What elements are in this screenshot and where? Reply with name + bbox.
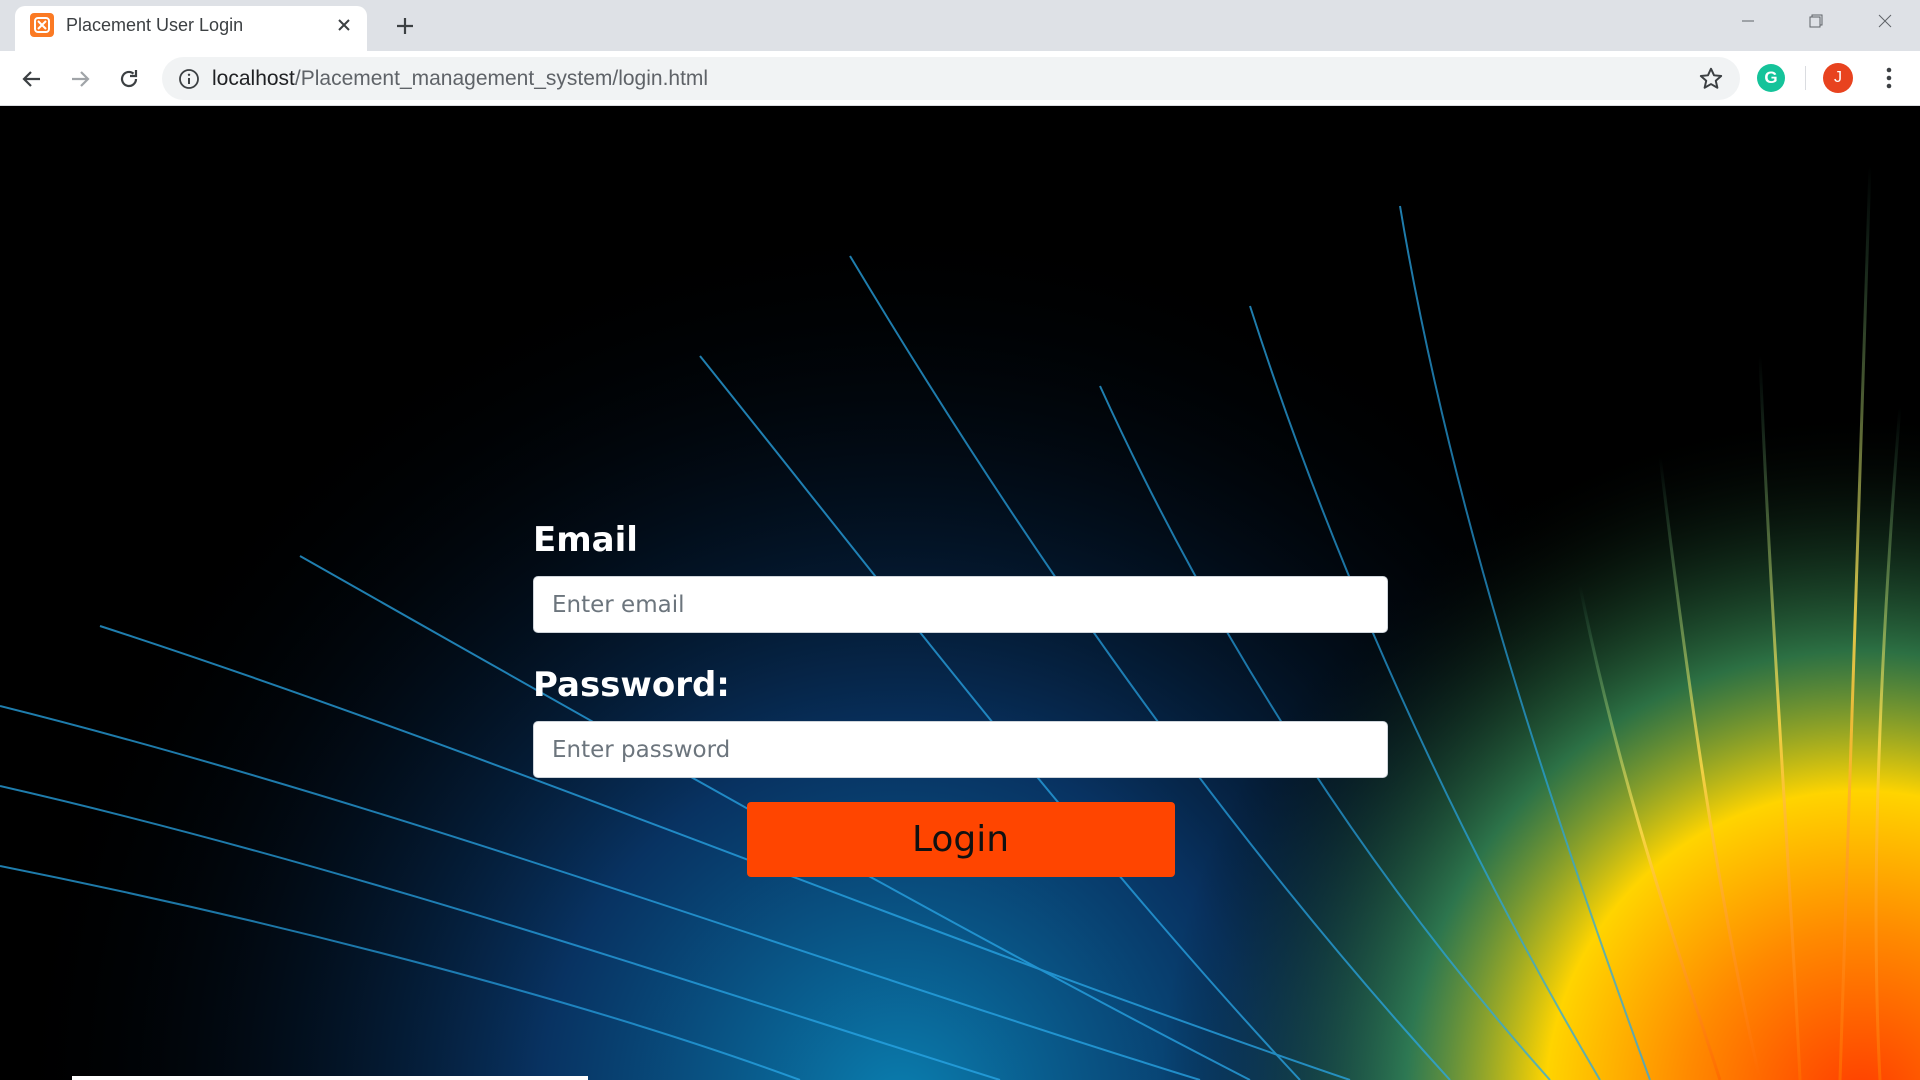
more-vert-icon <box>1886 67 1892 89</box>
extension-initial: G <box>1764 68 1778 87</box>
reload-button[interactable] <box>112 62 146 96</box>
info-icon[interactable] <box>178 68 200 90</box>
new-tab-button[interactable] <box>390 11 420 41</box>
scroll-indicator <box>72 1076 588 1080</box>
url-text: localhost/Placement_management_system/lo… <box>212 67 708 91</box>
arrow-left-icon <box>22 71 40 87</box>
address-bar[interactable]: localhost/Placement_management_system/lo… <box>162 57 1740 100</box>
back-button[interactable] <box>15 62 49 96</box>
minimize-icon <box>1742 20 1754 22</box>
forward-button[interactable] <box>63 62 97 96</box>
profile-avatar[interactable]: J <box>1823 63 1853 93</box>
close-window-button[interactable] <box>1870 8 1900 34</box>
url-host: localhost <box>212 67 295 90</box>
xampp-icon <box>30 13 54 37</box>
restore-icon <box>1809 14 1823 28</box>
password-input[interactable] <box>533 721 1388 778</box>
close-tab-icon[interactable] <box>333 14 355 36</box>
email-input[interactable] <box>533 576 1388 633</box>
toolbar-divider <box>1805 66 1806 90</box>
grammarly-extension-icon[interactable]: G <box>1757 64 1785 92</box>
tab-title: Placement User Login <box>66 15 244 35</box>
restore-window-button[interactable] <box>1801 8 1831 34</box>
plus-icon <box>397 18 413 34</box>
email-label: Email <box>533 520 638 560</box>
reload-icon <box>120 70 138 88</box>
page-viewport: Email Password: Login <box>0 106 1920 1080</box>
login-form: Email Password: Login <box>533 406 1388 877</box>
browser-menu-button[interactable] <box>1874 63 1904 93</box>
avatar-initial: J <box>1834 69 1842 86</box>
arrow-right-icon <box>72 71 90 87</box>
bookmark-star-icon[interactable] <box>1698 66 1724 92</box>
browser-tab[interactable]: Placement User Login <box>15 6 367 51</box>
browser-toolbar: localhost/Placement_management_system/lo… <box>0 51 1920 106</box>
password-label: Password: <box>533 665 730 705</box>
login-button[interactable]: Login <box>746 802 1175 877</box>
url-path: /Placement_management_system/login.html <box>294 67 709 90</box>
browser-tabstrip: Placement User Login <box>0 0 1920 51</box>
minimize-window-button[interactable] <box>1733 8 1763 34</box>
close-icon <box>1878 14 1892 28</box>
